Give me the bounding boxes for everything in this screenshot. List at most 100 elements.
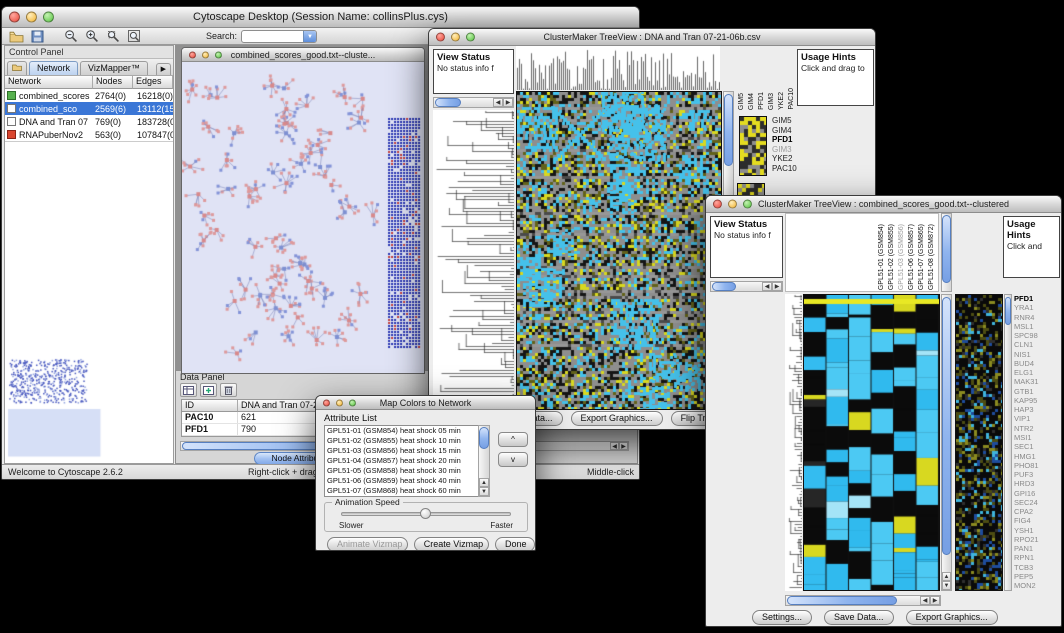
tab-network[interactable]: Network bbox=[29, 61, 78, 75]
tree1-mini-heatmap-1[interactable] bbox=[740, 117, 766, 175]
frame-close-button[interactable] bbox=[189, 51, 196, 58]
heatmap-hscrollbar[interactable]: ◀ ▶ bbox=[785, 595, 941, 606]
scroll-left-icon[interactable]: ◀ bbox=[493, 98, 503, 107]
open-session-icon[interactable] bbox=[8, 29, 25, 44]
search-combobox[interactable]: ▼ bbox=[241, 30, 317, 43]
close-button[interactable] bbox=[323, 399, 330, 406]
minimize-button[interactable] bbox=[26, 12, 37, 23]
attribute-list-item[interactable]: GPL51-05 (GSM858) heat shock 30 min bbox=[325, 466, 478, 476]
status-panel-hscrollbar[interactable]: ◀ ▶ bbox=[710, 281, 783, 292]
attribute-list-item[interactable]: GPL51-07 (GSM868) heat shock 60 min bbox=[325, 486, 478, 496]
slider-thumb[interactable] bbox=[420, 508, 431, 519]
maximize-button[interactable] bbox=[466, 33, 475, 42]
zoom-in-icon[interactable] bbox=[83, 29, 100, 44]
network-frame-titlebar[interactable]: combined_scores_good.txt--cluste... bbox=[182, 48, 424, 62]
cluster-mini-heatmap[interactable] bbox=[739, 116, 767, 176]
maximize-button[interactable] bbox=[43, 12, 54, 23]
export-graphics-button[interactable]: Export Graphics... bbox=[571, 411, 663, 426]
network-list-row[interactable]: combined_sco2569(6)13112(15) bbox=[5, 102, 173, 115]
create-vizmap-button[interactable]: Create Vizmap bbox=[414, 537, 489, 552]
minimize-button[interactable] bbox=[728, 200, 737, 209]
minimize-button[interactable] bbox=[451, 33, 460, 42]
zoom-out-icon[interactable] bbox=[62, 29, 79, 44]
panel-float-icon[interactable] bbox=[7, 61, 27, 75]
scroll-left-icon[interactable]: ◀ bbox=[920, 596, 930, 605]
scroll-down-icon[interactable]: ▼ bbox=[479, 487, 489, 496]
zoom-fit-icon[interactable] bbox=[125, 29, 142, 44]
close-button[interactable] bbox=[713, 200, 722, 209]
scroll-right-icon[interactable]: ▶ bbox=[619, 442, 628, 450]
tab-overflow-arrow[interactable]: ▶ bbox=[156, 63, 171, 75]
zoom-selected-icon[interactable] bbox=[104, 29, 121, 44]
combo-arrow-icon[interactable]: ▼ bbox=[303, 31, 316, 42]
tree2-right-heatmap-canvas[interactable] bbox=[956, 295, 1002, 590]
scrollbar-thumb[interactable] bbox=[724, 94, 733, 166]
close-button[interactable] bbox=[436, 33, 445, 42]
scrollbar-thumb[interactable] bbox=[1005, 297, 1011, 325]
attribute-list-item[interactable]: GPL51-02 (GSM855) heat shock 10 min bbox=[325, 436, 478, 446]
scroll-down-icon[interactable]: ▼ bbox=[942, 581, 951, 590]
status-panel-hscrollbar[interactable]: ◀ ▶ bbox=[433, 97, 514, 108]
network-list-row[interactable]: RNAPuberNov2563(0)107847(0) bbox=[5, 128, 173, 141]
tree1-heatmap-canvas[interactable] bbox=[517, 92, 721, 409]
frame-maximize-button[interactable] bbox=[215, 51, 222, 58]
save-session-icon[interactable] bbox=[29, 29, 46, 44]
scrollbar-thumb[interactable] bbox=[787, 596, 897, 605]
dialog-titlebar[interactable]: Map Colors to Network bbox=[316, 396, 535, 410]
scroll-up-icon[interactable]: ▲ bbox=[479, 478, 489, 487]
tree2-heatmap-canvas[interactable] bbox=[804, 295, 939, 590]
attribute-list-vscrollbar[interactable]: ▲ ▼ bbox=[478, 425, 490, 497]
scroll-left-icon[interactable]: ◀ bbox=[610, 442, 619, 450]
network-list-row[interactable]: combined_scores2764(0)16218(0) bbox=[5, 89, 173, 102]
heatmap-vscrollbar[interactable]: ▲ ▼ bbox=[941, 294, 952, 591]
attribute-list-item[interactable]: GPL51-01 (GSM854) heat shock 05 min bbox=[325, 426, 478, 436]
network-overview-canvas[interactable] bbox=[5, 355, 173, 463]
move-up-button[interactable]: ^ bbox=[498, 432, 528, 447]
secondary-vscrollbar[interactable] bbox=[1004, 294, 1012, 591]
network-graph-canvas[interactable] bbox=[182, 62, 424, 373]
scrollbar-thumb[interactable] bbox=[942, 215, 951, 283]
done-button[interactable]: Done bbox=[495, 537, 535, 552]
scrollbar-thumb[interactable] bbox=[479, 427, 489, 449]
maximize-button[interactable] bbox=[349, 399, 356, 406]
row-dendrogram-canvas[interactable] bbox=[433, 110, 514, 409]
move-down-button[interactable]: v bbox=[498, 452, 528, 467]
column-header-id[interactable]: ID bbox=[182, 400, 238, 412]
column-header-network[interactable]: Network bbox=[5, 76, 93, 89]
create-attribute-icon[interactable] bbox=[200, 383, 217, 397]
scrollbar-thumb[interactable] bbox=[712, 282, 736, 291]
attribute-list-item[interactable]: GPL51-03 (GSM856) heat shock 15 min bbox=[325, 446, 478, 456]
export-graphics-button[interactable]: Export Graphics... bbox=[906, 610, 998, 625]
close-button[interactable] bbox=[9, 12, 20, 23]
cytoscape-titlebar[interactable]: Cytoscape Desktop (Session Name: collins… bbox=[2, 7, 639, 28]
tab-vizmapper[interactable]: VizMapper™ bbox=[80, 61, 148, 75]
treeview-dna-titlebar[interactable]: ClusterMaker TreeView : DNA and Tran 07-… bbox=[429, 29, 875, 46]
attribute-listbox[interactable]: GPL51-01 (GSM854) heat shock 05 minGPL51… bbox=[324, 425, 490, 497]
column-dendrogram-canvas[interactable] bbox=[516, 46, 720, 90]
frame-minimize-button[interactable] bbox=[202, 51, 209, 58]
scroll-right-icon[interactable]: ▶ bbox=[930, 596, 940, 605]
delete-attribute-icon[interactable] bbox=[220, 383, 237, 397]
attribute-list-item[interactable]: GPL51-06 (GSM859) heat shock 40 min bbox=[325, 476, 478, 486]
settings-button[interactable]: Settings... bbox=[752, 610, 812, 625]
scroll-right-icon[interactable]: ▶ bbox=[772, 282, 782, 291]
scrollbar-thumb[interactable] bbox=[435, 98, 461, 107]
scroll-right-icon[interactable]: ▶ bbox=[503, 98, 513, 107]
scroll-up-icon[interactable]: ▲ bbox=[942, 572, 951, 581]
save-data-button[interactable]: Save Data... bbox=[824, 610, 894, 625]
scrollbar-thumb[interactable] bbox=[942, 297, 951, 555]
main-heatmap[interactable] bbox=[803, 294, 940, 591]
maximize-button[interactable] bbox=[743, 200, 752, 209]
minimize-button[interactable] bbox=[336, 399, 343, 406]
scroll-left-icon[interactable]: ◀ bbox=[762, 282, 772, 291]
attribute-list-item[interactable]: GPL51-04 (GSM857) heat shock 20 min bbox=[325, 456, 478, 466]
network-list-row[interactable]: DNA and Tran 07769(0)183728(0) bbox=[5, 115, 173, 128]
select-attributes-icon[interactable] bbox=[180, 383, 197, 397]
secondary-heatmap[interactable] bbox=[955, 294, 1003, 591]
main-heatmap[interactable] bbox=[516, 91, 722, 410]
treeview-combined-titlebar[interactable]: ClusterMaker TreeView : combined_scores_… bbox=[706, 196, 1061, 213]
label-pane-vscrollbar[interactable] bbox=[941, 213, 952, 292]
column-header-nodes[interactable]: Nodes bbox=[93, 76, 133, 89]
column-header-edges[interactable]: Edges bbox=[133, 76, 173, 89]
row-dendrogram-canvas[interactable] bbox=[785, 294, 802, 591]
